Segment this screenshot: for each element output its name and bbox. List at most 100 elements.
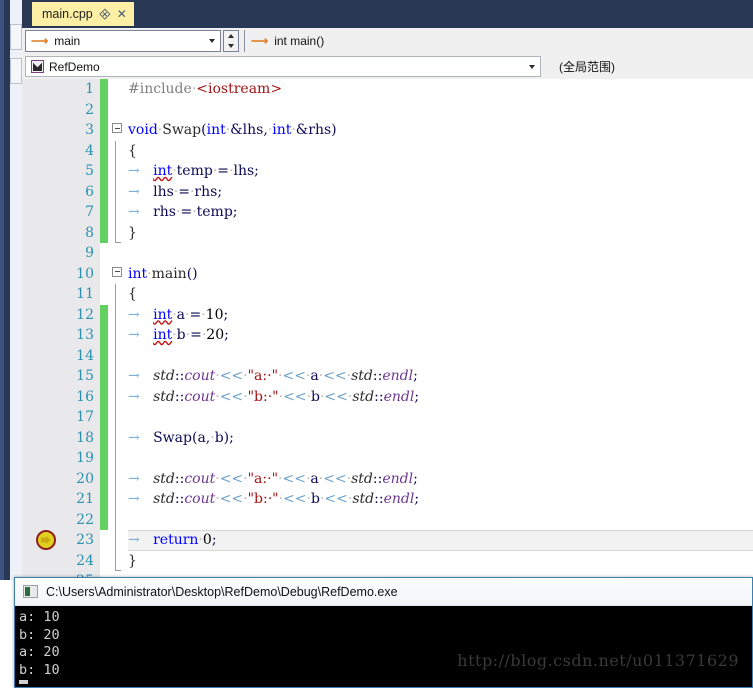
code-token: → [128,204,140,220]
code-token: b [311,388,320,405]
code-token: rhs [153,204,176,220]
code-line[interactable]: 15 → std::cout·<<·"a:·"·<<·a·<<·std::endl… [22,366,753,387]
scope-dropdown[interactable]: (全局范围) [549,56,753,77]
code-line[interactable]: 6 → lhs·=·rhs; [22,181,753,202]
fold-margin[interactable] [110,264,124,285]
console-title-text: C:\Users\Administrator\Desktop\RefDemo\D… [46,584,398,599]
code-token: << [323,470,347,487]
code-text: } [128,223,137,244]
code-token: << [219,388,244,405]
code-text: } [128,551,137,572]
code-line[interactable]: 12 → int·a·=·10; [22,304,753,325]
code-token: 0 [202,532,212,548]
fold-guide-line [115,509,116,530]
code-line[interactable]: 18 → Swap(a,·b); [22,427,753,448]
fold-guide-line [115,161,116,182]
code-token: "a:·" [247,368,279,384]
code-line[interactable]: 11 { [22,284,753,305]
spinner-up-icon[interactable] [224,31,238,41]
code-line[interactable]: 2 [22,100,753,121]
code-token: << [219,368,244,384]
code-token: → [128,163,140,179]
code-text: #include·<iostream> [128,79,282,100]
code-token: "a:·" [247,470,279,487]
line-number: 21 [76,491,94,507]
code-token: std [352,491,375,507]
code-line[interactable]: 3 void·Swap(int·&lhs,·int·&rhs) [22,120,753,141]
code-line[interactable]: 22 [22,509,753,530]
code-editor[interactable]: 1 #include·<iostream> 2 3 void·Swap(int·&lhs… [22,79,753,580]
code-line[interactable]: 9 [22,243,753,264]
code-line[interactable]: 13 → int·b·=·20; [22,325,753,346]
code-line[interactable]: 14 [22,345,753,366]
line-number: 15 [76,368,94,384]
code-token: ; [414,388,420,405]
code-token: → [128,532,140,548]
fold-guide-line [115,140,116,161]
pin-icon[interactable]: ⊞ [96,5,113,22]
member-dropdown[interactable]: ⟶ main [25,30,221,52]
code-token: lhs; [233,163,259,179]
code-line[interactable]: 10 int·main() [22,264,753,285]
spinner-down-icon[interactable] [224,41,238,51]
code-line[interactable]: 1 #include·<iostream> [22,79,753,100]
collapsed-tool-window-tab-1[interactable] [10,24,22,50]
code-token: } [128,224,137,241]
collapsed-tool-window-tab-2[interactable] [10,58,22,84]
line-number: 22 [76,511,94,528]
code-line[interactable]: 4{ [22,140,753,162]
code-line[interactable]: 21 → std::cout·<<·"b:·"·<<·b·<<·std::endl… [22,489,753,510]
code-token: = [217,163,230,179]
code-line[interactable]: 17 [22,407,753,428]
code-line[interactable]: 16 → std::cout·<<·"b:·"·<<·b·<<·std::endl… [22,386,753,408]
code-token: → [128,306,140,323]
code-token: :: [174,491,185,507]
navigation-spinner[interactable] [223,30,239,52]
code-line[interactable]: 5 → int·temp·=·lhs; [22,161,753,182]
code-token: << [282,470,306,487]
code-token: b [176,327,186,343]
current-statement-highlight [128,530,753,551]
fold-guide-line [115,284,116,305]
code-line[interactable]: 19 [22,448,753,469]
project-dropdown[interactable]: RefDemo [25,56,541,77]
chevron-down-icon [529,64,535,69]
code-token: → [128,429,140,446]
code-text: { [128,141,137,162]
code-line[interactable]: 20 → std::cout·<<·"a:·"·<<·a·<<·std::endl… [22,468,753,489]
line-number: 18 [76,429,94,446]
code-token: endl [383,388,415,405]
code-token: << [282,368,306,384]
collapse-box-icon[interactable] [112,266,122,277]
close-icon[interactable]: ✕ [117,8,127,20]
line-number: 5 [85,163,94,179]
line-number: 9 [85,245,94,261]
tab-main-cpp[interactable]: main.cpp ⊞ ✕ [32,2,134,26]
code-line[interactable]: 7 → rhs·=·temp; [22,202,753,223]
navigation-bar-row-2: RefDemo (全局范围) [22,54,753,80]
code-token: a [310,368,319,384]
watermark-text: http://blog.csdn.net/u011371629 [457,651,739,670]
code-token: } [128,552,137,569]
fold-guide-line [115,489,116,510]
code-token: #include [128,81,192,97]
code-text: → rhs·=·temp; [128,202,238,223]
code-line[interactable]: 8} [22,222,753,244]
code-token: &rhs) [295,122,337,138]
collapse-box-icon[interactable] [112,123,122,133]
code-token: lhs [153,183,174,200]
line-number: 20 [76,470,94,487]
code-token: Swap [162,122,202,138]
console-window[interactable]: C:\Users\Administrator\Desktop\RefDemo\D… [14,577,753,688]
code-text: → std::cout·<<·"b:·"·<<·b·<<·std::endl; [128,387,419,408]
fold-margin[interactable] [110,120,124,141]
code-token: :: [374,491,384,507]
fold-guide-line [115,325,116,346]
code-line[interactable]: 24} [22,550,753,572]
fold-guide-line [115,530,116,551]
line-number: 19 [76,450,94,466]
code-line[interactable]: 23 → return·0; [22,530,753,551]
